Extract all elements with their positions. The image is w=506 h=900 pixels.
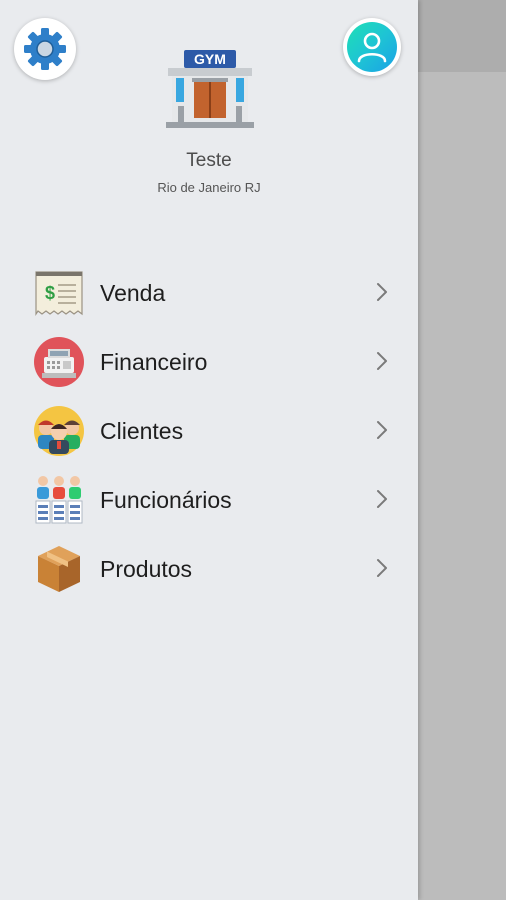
user-icon <box>357 32 387 63</box>
chevron-right-icon <box>377 352 387 370</box>
navigation-drawer: GYM Teste Rio de Janeiro RJ $ Venda Fina… <box>0 0 418 900</box>
profile-button[interactable] <box>343 18 401 76</box>
employees-icon <box>32 473 86 527</box>
menu-item-label: Funcionários <box>100 487 232 513</box>
company-location: Rio de Janeiro RJ <box>157 180 261 195</box>
underlying-screen[interactable] <box>418 0 506 900</box>
gear-icon <box>24 28 66 70</box>
logo-text: GYM <box>194 51 226 67</box>
chevron-right-icon <box>377 559 387 577</box>
menu-item-financeiro[interactable]: Financeiro <box>0 327 418 396</box>
receipt-icon: $ <box>32 266 86 320</box>
menu-item-label: Produtos <box>100 556 193 582</box>
menu-item-label: Venda <box>100 280 166 306</box>
gym-logo: GYM <box>162 44 258 130</box>
chevron-right-icon <box>377 490 387 508</box>
chevron-right-icon <box>377 283 387 301</box>
box-icon <box>32 542 86 596</box>
drawer-menu: $ Venda Financeiro Clientes Funcionários… <box>0 258 418 603</box>
menu-item-label: Clientes <box>100 418 184 444</box>
menu-item-produtos[interactable]: Produtos <box>0 534 418 603</box>
cash-register-icon <box>32 335 86 389</box>
menu-item-label: Financeiro <box>100 349 208 375</box>
menu-item-venda[interactable]: $ Venda <box>0 258 418 327</box>
people-icon <box>32 404 86 458</box>
menu-item-clientes[interactable]: Clientes <box>0 396 418 465</box>
underlying-app-bar <box>418 0 506 72</box>
menu-item-funcionarios[interactable]: Funcionários <box>0 465 418 534</box>
settings-button[interactable] <box>14 18 76 80</box>
company-name: Teste <box>186 150 232 171</box>
svg-text:$: $ <box>45 283 55 303</box>
profile-avatar <box>347 22 397 72</box>
chevron-right-icon <box>377 421 387 439</box>
